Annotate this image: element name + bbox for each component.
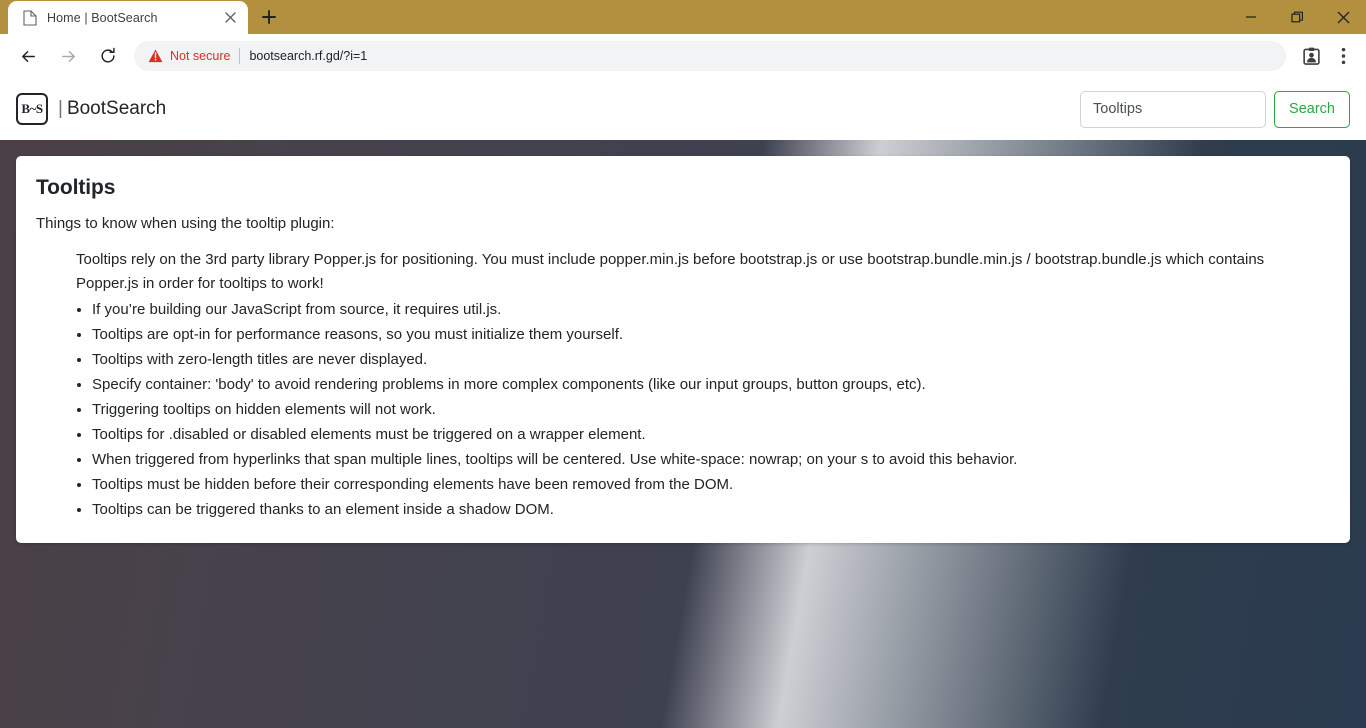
brand-name-text: BootSearch	[66, 98, 167, 119]
close-icon[interactable]	[220, 8, 240, 28]
list-item: Specify container: 'body' to avoid rende…	[92, 373, 1330, 397]
brand-separator: |	[58, 98, 63, 119]
list-item: Tooltips must be hidden before their cor…	[92, 473, 1330, 497]
omnibox-divider	[239, 48, 241, 64]
browser-titlebar: Home | BootSearch	[0, 0, 1366, 34]
minimize-icon[interactable]	[1228, 0, 1274, 34]
page-viewport: B~S |BootSearch Search Tooltips Things t…	[0, 78, 1366, 728]
page-icon	[22, 9, 38, 26]
brand-logo: B~S	[16, 93, 48, 125]
list-item: Tooltips with zero-length titles are nev…	[92, 348, 1330, 372]
browser-toolbar: Not secure bootsearch.rf.gd/?i=1	[0, 34, 1366, 78]
list-item: When triggered from hyperlinks that span…	[92, 448, 1330, 472]
search-input[interactable]	[1080, 90, 1267, 128]
back-arrow-icon[interactable]	[12, 40, 44, 72]
security-status-label: Not secure	[170, 49, 231, 63]
list-item: Tooltips for .disabled or disabled eleme…	[92, 423, 1330, 447]
warning-triangle-icon	[148, 49, 163, 63]
list-item: Triggering tooltips on hidden elements w…	[92, 398, 1330, 422]
browser-window: Home | BootSearch Not secure bootsearch.…	[0, 0, 1366, 728]
tab-title: Home | BootSearch	[47, 10, 158, 25]
page-body: Tooltips Things to know when using the t…	[0, 140, 1366, 728]
tab-strip: Home | BootSearch	[0, 0, 284, 34]
card-lead: Things to know when using the tooltip pl…	[36, 215, 335, 232]
intro-paragraph: Tooltips rely on the 3rd party library P…	[76, 251, 1265, 292]
forward-arrow-icon[interactable]	[52, 40, 84, 72]
profile-card-icon[interactable]	[1296, 41, 1326, 71]
tooltips-card: Tooltips Things to know when using the t…	[16, 156, 1350, 543]
list-item: Tooltips are opt-in for performance reas…	[92, 323, 1330, 347]
card-title: Tooltips	[36, 176, 116, 199]
new-tab-button[interactable]	[254, 2, 284, 32]
address-bar[interactable]: Not secure bootsearch.rf.gd/?i=1	[134, 41, 1286, 71]
window-close-icon[interactable]	[1320, 0, 1366, 34]
reload-icon[interactable]	[92, 40, 124, 72]
search-button[interactable]: Search	[1274, 90, 1350, 128]
brand[interactable]: B~S | BootSearch	[16, 93, 166, 125]
restore-icon[interactable]	[1274, 0, 1320, 34]
window-controls	[1228, 0, 1366, 34]
browser-tab[interactable]: Home | BootSearch	[8, 1, 248, 34]
site-header: B~S |BootSearch Search	[0, 78, 1366, 140]
list-item: Tooltips can be triggered thanks to an e…	[92, 498, 1330, 522]
url-text: bootsearch.rf.gd/?i=1	[249, 49, 368, 63]
brand-name: | BootSearch	[58, 98, 166, 120]
three-dot-menu-icon[interactable]	[1328, 41, 1358, 71]
search-form: Search	[1080, 90, 1350, 128]
tooltip-notes-list: If you’re building our JavaScript from s…	[92, 298, 1330, 522]
list-item: If you’re building our JavaScript from s…	[92, 298, 1330, 322]
